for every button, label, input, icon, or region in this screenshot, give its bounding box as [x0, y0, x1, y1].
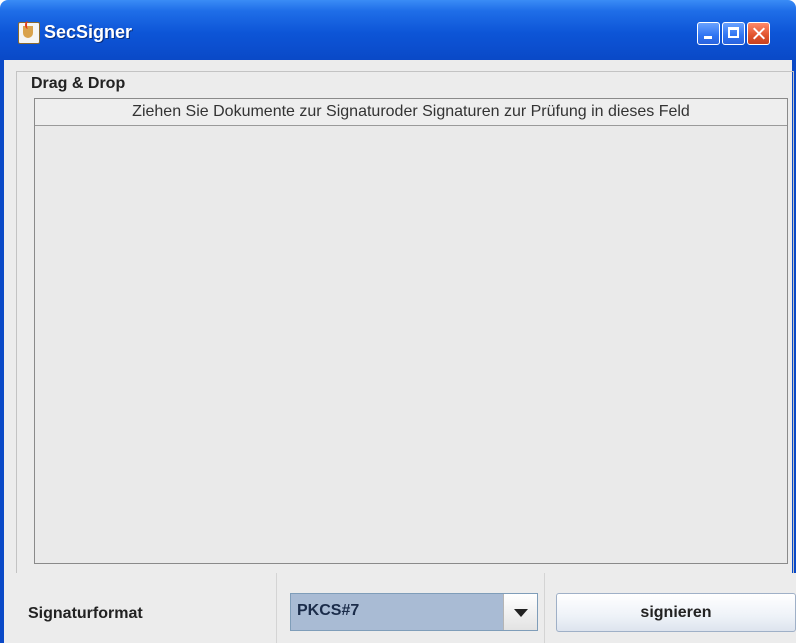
sign-button[interactable]: signieren: [556, 593, 796, 632]
chevron-down-icon[interactable]: [503, 594, 537, 630]
maximize-button[interactable]: [722, 22, 745, 45]
divider: [276, 573, 277, 643]
title-bar[interactable]: SecSigner: [0, 0, 796, 60]
signature-format-value: PKCS#7: [297, 602, 360, 619]
window-title: SecSigner: [44, 22, 133, 42]
window-client-area: Drag & Drop Ziehen Sie Dokumente zur Sig…: [0, 60, 796, 643]
bottom-bar: Signaturformat PKCS#7 signieren: [8, 573, 796, 643]
close-button[interactable]: [747, 22, 770, 45]
divider: [544, 573, 545, 643]
minimize-button[interactable]: [697, 22, 720, 45]
drop-area-header: Ziehen Sie Dokumente zur Signaturoder Si…: [35, 99, 787, 126]
signature-format-select[interactable]: PKCS#7: [290, 593, 538, 631]
group-title: Drag & Drop: [31, 72, 130, 96]
java-cup-icon: [18, 21, 40, 44]
signature-format-label: Signaturformat: [28, 605, 143, 622]
drop-area[interactable]: Ziehen Sie Dokumente zur Signaturoder Si…: [34, 98, 788, 564]
